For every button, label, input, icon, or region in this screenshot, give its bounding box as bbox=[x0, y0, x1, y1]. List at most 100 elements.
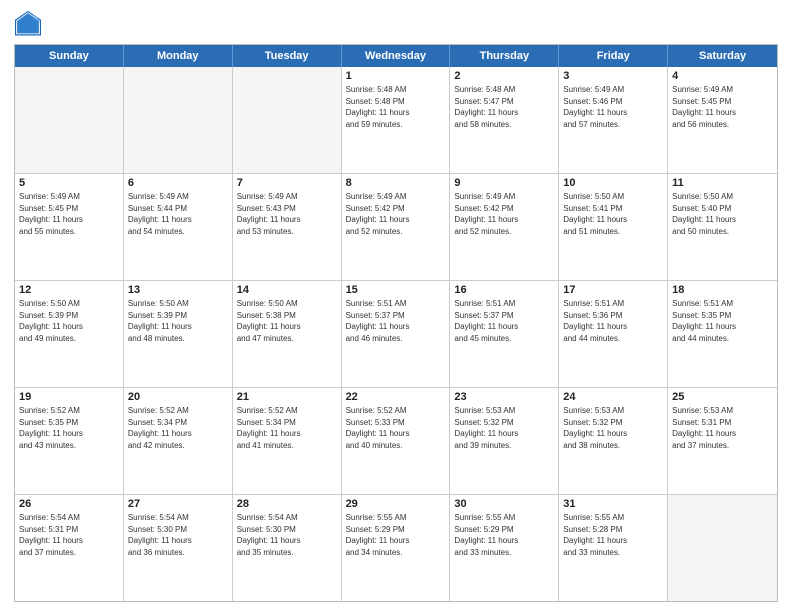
day-number: 9 bbox=[454, 177, 554, 189]
calendar-cell-day-27: 27Sunrise: 5:54 AM Sunset: 5:30 PM Dayli… bbox=[124, 495, 233, 601]
day-number: 24 bbox=[563, 391, 663, 403]
calendar-cell-day-16: 16Sunrise: 5:51 AM Sunset: 5:37 PM Dayli… bbox=[450, 281, 559, 387]
cell-info: Sunrise: 5:53 AM Sunset: 5:31 PM Dayligh… bbox=[672, 405, 773, 451]
cell-info: Sunrise: 5:48 AM Sunset: 5:47 PM Dayligh… bbox=[454, 84, 554, 130]
day-number: 21 bbox=[237, 391, 337, 403]
calendar-cell-day-21: 21 Sunrise: 5:52 AM Sunset: 5:34 PM Dayli… bbox=[233, 388, 342, 494]
calendar-cell-day-1: 1 Sunrise: 5:48 AM Sunset: 5:48 PM Daylig… bbox=[342, 67, 451, 173]
calendar-cell-day-7: 7 Sunrise: 5:49 AM Sunset: 5:43 PM Daylig… bbox=[233, 174, 342, 280]
weekday-header-saturday: Saturday bbox=[668, 45, 777, 67]
cell-info: Sunrise: 5:50 AM Sunset: 5:38 PM Dayligh… bbox=[237, 298, 337, 344]
calendar-cell-day-28: 28Sunrise: 5:54 AM Sunset: 5:30 PM Dayli… bbox=[233, 495, 342, 601]
day-number: 28 bbox=[237, 498, 337, 510]
cell-info: Sunrise: 5:54 AM Sunset: 5:31 PM Dayligh… bbox=[19, 512, 119, 558]
calendar-row-1: 5 Sunrise: 5:49 AM Sunset: 5:45 PM Daylig… bbox=[15, 173, 777, 280]
day-number: 25 bbox=[672, 391, 773, 403]
cell-info: Sunrise: 5:49 AM Sunset: 5:42 PM Dayligh… bbox=[346, 191, 446, 237]
day-number: 31 bbox=[563, 498, 663, 510]
calendar-cell-empty bbox=[15, 67, 124, 173]
day-number: 4 bbox=[672, 70, 773, 82]
cell-info: Sunrise: 5:54 AM Sunset: 5:30 PM Dayligh… bbox=[128, 512, 228, 558]
day-number: 29 bbox=[346, 498, 446, 510]
calendar-cell-day-5: 5 Sunrise: 5:49 AM Sunset: 5:45 PM Daylig… bbox=[15, 174, 124, 280]
cell-info: Sunrise: 5:55 AM Sunset: 5:28 PM Dayligh… bbox=[563, 512, 663, 558]
logo bbox=[14, 10, 46, 38]
calendar-cell-day-3: 3 Sunrise: 5:49 AM Sunset: 5:46 PM Daylig… bbox=[559, 67, 668, 173]
calendar-cell-day-6: 6Sunrise: 5:49 AM Sunset: 5:44 PM Daylig… bbox=[124, 174, 233, 280]
day-number: 22 bbox=[346, 391, 446, 403]
calendar-row-2: 12Sunrise: 5:50 AM Sunset: 5:39 PM Dayli… bbox=[15, 280, 777, 387]
day-number: 26 bbox=[19, 498, 119, 510]
day-number: 14 bbox=[237, 284, 337, 296]
day-number: 18 bbox=[672, 284, 773, 296]
cell-info: Sunrise: 5:49 AM Sunset: 5:43 PM Dayligh… bbox=[237, 191, 337, 237]
day-number: 3 bbox=[563, 70, 663, 82]
calendar-cell-day-4: 4 Sunrise: 5:49 AM Sunset: 5:45 PM Daylig… bbox=[668, 67, 777, 173]
cell-info: Sunrise: 5:49 AM Sunset: 5:45 PM Dayligh… bbox=[19, 191, 119, 237]
day-number: 15 bbox=[346, 284, 446, 296]
cell-info: Sunrise: 5:49 AM Sunset: 5:42 PM Dayligh… bbox=[454, 191, 554, 237]
cell-info: Sunrise: 5:49 AM Sunset: 5:46 PM Dayligh… bbox=[563, 84, 663, 130]
calendar-row-3: 19 Sunrise: 5:52 AM Sunset: 5:35 PM Dayli… bbox=[15, 387, 777, 494]
day-number: 11 bbox=[672, 177, 773, 189]
calendar-cell-empty bbox=[233, 67, 342, 173]
logo-icon bbox=[14, 10, 42, 38]
weekday-header-sunday: Sunday bbox=[15, 45, 124, 67]
cell-info: Sunrise: 5:52 AM Sunset: 5:34 PM Dayligh… bbox=[237, 405, 337, 451]
cell-info: Sunrise: 5:49 AM Sunset: 5:45 PM Dayligh… bbox=[672, 84, 773, 130]
day-number: 5 bbox=[19, 177, 119, 189]
calendar-cell-empty bbox=[668, 495, 777, 601]
calendar-cell-day-23: 23 Sunrise: 5:53 AM Sunset: 5:32 PM Dayli… bbox=[450, 388, 559, 494]
day-number: 10 bbox=[563, 177, 663, 189]
calendar-cell-day-13: 13 Sunrise: 5:50 AM Sunset: 5:39 PM Dayli… bbox=[124, 281, 233, 387]
calendar-body: 1 Sunrise: 5:48 AM Sunset: 5:48 PM Daylig… bbox=[15, 67, 777, 601]
cell-info: Sunrise: 5:52 AM Sunset: 5:35 PM Dayligh… bbox=[19, 405, 119, 451]
cell-info: Sunrise: 5:52 AM Sunset: 5:33 PM Dayligh… bbox=[346, 405, 446, 451]
calendar-cell-day-19: 19 Sunrise: 5:52 AM Sunset: 5:35 PM Dayli… bbox=[15, 388, 124, 494]
calendar-cell-day-25: 25 Sunrise: 5:53 AM Sunset: 5:31 PM Dayli… bbox=[668, 388, 777, 494]
cell-info: Sunrise: 5:52 AM Sunset: 5:34 PM Dayligh… bbox=[128, 405, 228, 451]
day-number: 6 bbox=[128, 177, 228, 189]
calendar-row-4: 26 Sunrise: 5:54 AM Sunset: 5:31 PM Dayli… bbox=[15, 494, 777, 601]
cell-info: Sunrise: 5:51 AM Sunset: 5:35 PM Dayligh… bbox=[672, 298, 773, 344]
day-number: 19 bbox=[19, 391, 119, 403]
weekday-header-monday: Monday bbox=[124, 45, 233, 67]
day-number: 1 bbox=[346, 70, 446, 82]
calendar-cell-day-9: 9 Sunrise: 5:49 AM Sunset: 5:42 PM Daylig… bbox=[450, 174, 559, 280]
cell-info: Sunrise: 5:53 AM Sunset: 5:32 PM Dayligh… bbox=[454, 405, 554, 451]
calendar-cell-day-15: 15Sunrise: 5:51 AM Sunset: 5:37 PM Dayli… bbox=[342, 281, 451, 387]
calendar-row-0: 1 Sunrise: 5:48 AM Sunset: 5:48 PM Daylig… bbox=[15, 67, 777, 173]
day-number: 13 bbox=[128, 284, 228, 296]
cell-info: Sunrise: 5:55 AM Sunset: 5:29 PM Dayligh… bbox=[454, 512, 554, 558]
weekday-header-thursday: Thursday bbox=[450, 45, 559, 67]
cell-info: Sunrise: 5:53 AM Sunset: 5:32 PM Dayligh… bbox=[563, 405, 663, 451]
cell-info: Sunrise: 5:51 AM Sunset: 5:37 PM Dayligh… bbox=[454, 298, 554, 344]
calendar-cell-day-24: 24 Sunrise: 5:53 AM Sunset: 5:32 PM Dayli… bbox=[559, 388, 668, 494]
cell-info: Sunrise: 5:51 AM Sunset: 5:36 PM Dayligh… bbox=[563, 298, 663, 344]
cell-info: Sunrise: 5:50 AM Sunset: 5:40 PM Dayligh… bbox=[672, 191, 773, 237]
calendar-cell-day-31: 31 Sunrise: 5:55 AM Sunset: 5:28 PM Dayli… bbox=[559, 495, 668, 601]
calendar-cell-day-10: 10Sunrise: 5:50 AM Sunset: 5:41 PM Dayli… bbox=[559, 174, 668, 280]
calendar-cell-day-22: 22 Sunrise: 5:52 AM Sunset: 5:33 PM Dayli… bbox=[342, 388, 451, 494]
calendar-cell-day-12: 12Sunrise: 5:50 AM Sunset: 5:39 PM Dayli… bbox=[15, 281, 124, 387]
calendar-cell-day-8: 8 Sunrise: 5:49 AM Sunset: 5:42 PM Daylig… bbox=[342, 174, 451, 280]
cell-info: Sunrise: 5:48 AM Sunset: 5:48 PM Dayligh… bbox=[346, 84, 446, 130]
day-number: 7 bbox=[237, 177, 337, 189]
weekday-header-tuesday: Tuesday bbox=[233, 45, 342, 67]
day-number: 2 bbox=[454, 70, 554, 82]
calendar-cell-day-2: 2 Sunrise: 5:48 AM Sunset: 5:47 PM Daylig… bbox=[450, 67, 559, 173]
calendar-header: SundayMondayTuesdayWednesdayThursdayFrid… bbox=[15, 45, 777, 67]
day-number: 23 bbox=[454, 391, 554, 403]
page: SundayMondayTuesdayWednesdayThursdayFrid… bbox=[0, 0, 792, 612]
calendar-cell-day-30: 30Sunrise: 5:55 AM Sunset: 5:29 PM Dayli… bbox=[450, 495, 559, 601]
day-number: 8 bbox=[346, 177, 446, 189]
day-number: 20 bbox=[128, 391, 228, 403]
day-number: 17 bbox=[563, 284, 663, 296]
calendar-cell-day-20: 20 Sunrise: 5:52 AM Sunset: 5:34 PM Dayli… bbox=[124, 388, 233, 494]
calendar-cell-day-17: 17 Sunrise: 5:51 AM Sunset: 5:36 PM Dayli… bbox=[559, 281, 668, 387]
header bbox=[14, 10, 778, 38]
cell-info: Sunrise: 5:50 AM Sunset: 5:39 PM Dayligh… bbox=[128, 298, 228, 344]
calendar: SundayMondayTuesdayWednesdayThursdayFrid… bbox=[14, 44, 778, 602]
calendar-cell-empty bbox=[124, 67, 233, 173]
calendar-cell-day-18: 18 Sunrise: 5:51 AM Sunset: 5:35 PM Dayli… bbox=[668, 281, 777, 387]
